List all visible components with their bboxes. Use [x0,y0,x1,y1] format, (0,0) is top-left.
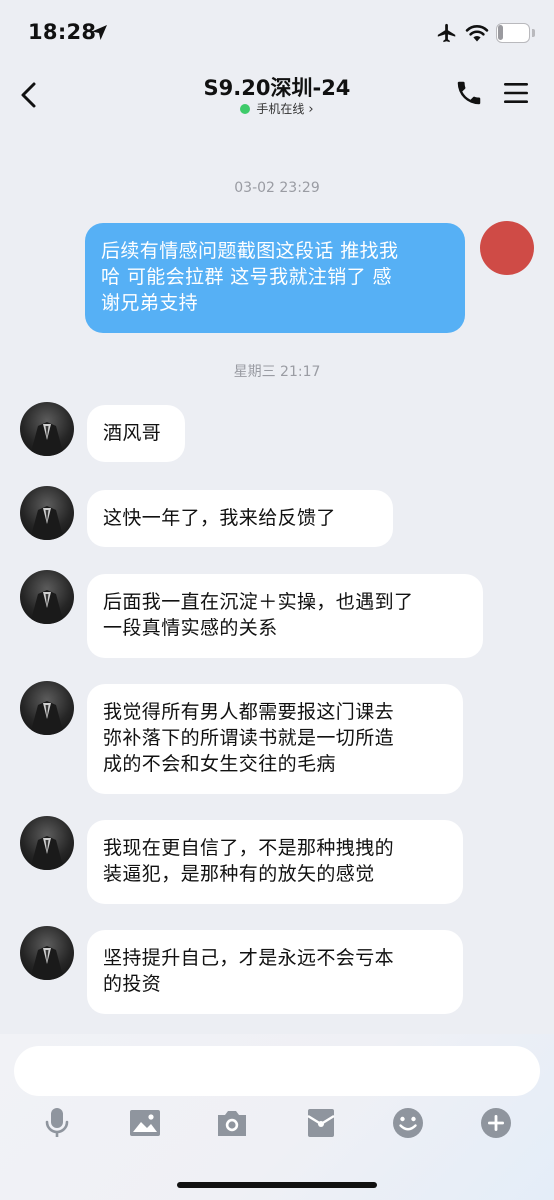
incoming-message-bubble[interactable]: 坚持提升自己，才是永远不会亏本 的投资 [87,930,463,1014]
message-line: 我觉得所有男人都需要报这门课去 [103,701,395,723]
location-arrow-icon [92,25,107,40]
suit-figure-icon [30,590,64,624]
emoji-button[interactable] [391,1106,425,1140]
battery-level-text: 18 [503,25,522,40]
message-line: 这快一年了，我来给反馈了 [103,507,336,529]
message-line: 哈 可能会拉群 这号我就注销了 感 [101,266,392,288]
airplane-icon [437,23,456,43]
message-line: 装逼犯，是那种有的放矢的感觉 [103,863,375,885]
contact-avatar[interactable] [20,681,74,735]
home-indicator[interactable] [177,1182,377,1188]
suit-figure-icon [30,836,64,870]
outgoing-message-bubble[interactable]: 后续有情感问题截图这段话 推找我 哈 可能会拉群 这号我就注销了 感 谢兄弟支持 [85,223,465,333]
message-line: 坚持提升自己，才是永远不会亏本 [103,947,395,969]
message-line: 弥补落下的所谓读书就是一切所造 [103,727,395,749]
message-line: 一段真情实感的关系 [103,617,278,639]
contact-avatar[interactable] [20,816,74,870]
message-line: 成的不会和女生交往的毛病 [103,753,336,775]
message-input[interactable] [14,1046,540,1096]
suit-figure-icon [30,506,64,540]
voice-call-button[interactable] [454,78,484,108]
chevron-right-icon: › [308,102,314,117]
online-dot-icon [240,104,251,114]
message-line: 后续有情感问题截图这段话 推找我 [101,240,399,262]
more-options-button[interactable] [479,1106,513,1140]
photo-button[interactable] [128,1106,162,1140]
message-line: 谢兄弟支持 [101,292,199,314]
menu-icon [504,83,528,103]
contact-avatar[interactable] [20,402,74,456]
contact-avatar[interactable] [20,570,74,624]
suit-figure-icon [30,422,64,456]
contact-avatar[interactable] [20,486,74,540]
message-line: 后面我一直在沉淀＋实操，也遇到了 [103,591,414,613]
microphone-icon [45,1108,69,1137]
incoming-message-bubble[interactable]: 这快一年了，我来给反馈了 [87,490,393,547]
incoming-message-bubble[interactable]: 我觉得所有男人都需要报这门课去 弥补落下的所谓读书就是一切所造 成的不会和女生交… [87,684,463,794]
chat-menu-button[interactable] [502,78,530,108]
status-bar: 18:28 18 [0,0,554,66]
wifi-icon [465,25,489,42]
camera-icon [218,1111,246,1136]
message-list[interactable]: 03-02 23:29 后续有情感问题截图这段话 推找我 哈 可能会拉群 这号我… [0,124,554,1034]
self-avatar[interactable] [480,221,534,275]
incoming-message-bubble[interactable]: 后面我一直在沉淀＋实操，也遇到了 一段真情实感的关系 [87,574,483,658]
message-line: 的投资 [103,973,162,995]
status-time: 18:28 [28,20,97,44]
suit-figure-icon [30,946,64,980]
contact-avatar[interactable] [20,926,74,980]
emoji-icon [393,1108,423,1138]
timestamp: 03-02 23:29 [234,180,320,196]
incoming-message-bubble[interactable]: 我现在更自信了，不是那种拽拽的 装逼犯，是那种有的放矢的感觉 [87,820,463,904]
plus-icon [481,1108,511,1138]
image-icon [130,1110,160,1136]
message-line: 我现在更自信了，不是那种拽拽的 [103,837,395,859]
red-packet-button[interactable] [304,1106,338,1140]
timestamp: 星期三 21:17 [233,364,321,380]
red-packet-icon [307,1109,335,1137]
incoming-message-bubble[interactable]: 酒风哥 [87,405,185,462]
camera-button[interactable] [215,1106,249,1140]
input-panel [0,1034,554,1200]
phone-icon [457,81,481,105]
message-line: 酒风哥 [103,422,162,444]
suit-figure-icon [30,701,64,735]
chat-header: S9.20深圳-24 手机在线 › [0,66,554,124]
battery-cap [532,29,535,37]
battery-icon: 18 [496,23,530,43]
online-status-text: 手机在线 [256,102,305,116]
voice-input-button[interactable] [40,1106,74,1140]
